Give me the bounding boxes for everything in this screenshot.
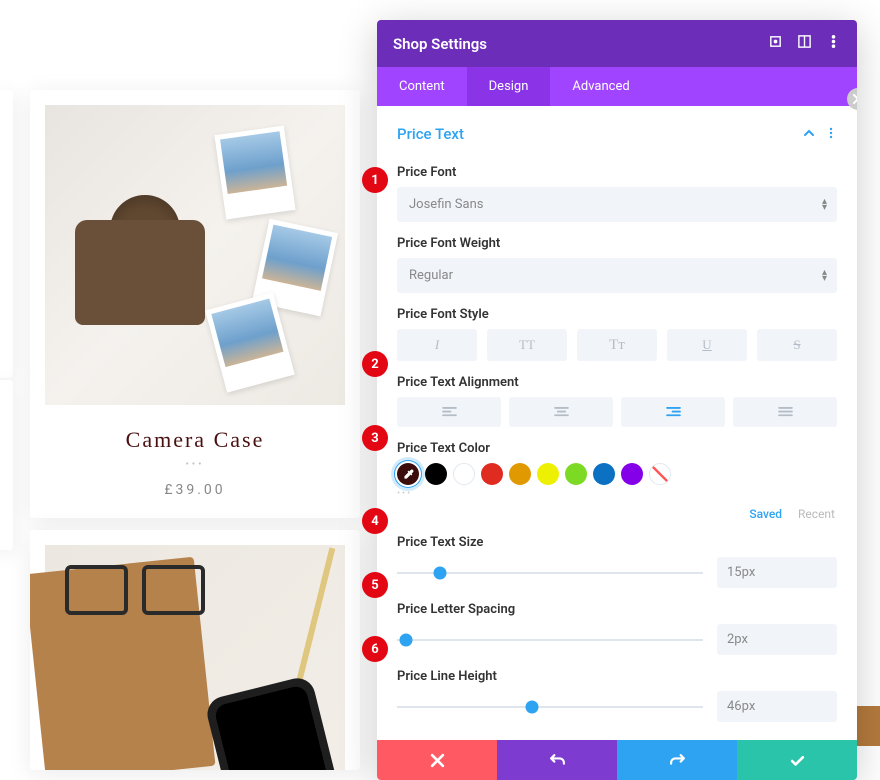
product-card[interactable]: Camera Case ••• £39.00 bbox=[30, 90, 360, 518]
redo-button[interactable] bbox=[617, 740, 737, 780]
section-title: Price Text bbox=[397, 125, 464, 143]
redo-icon bbox=[669, 752, 686, 769]
align-left-button[interactable] bbox=[397, 397, 501, 427]
price-line-height-slider[interactable] bbox=[397, 697, 703, 717]
style-italic-button[interactable]: I bbox=[397, 329, 477, 361]
undo-button[interactable] bbox=[497, 740, 617, 780]
align-justify-button[interactable] bbox=[733, 397, 837, 427]
annotation-marker-6: 6 bbox=[362, 636, 388, 662]
label-price-font-weight: Price Font Weight bbox=[397, 236, 837, 251]
palette-ellipsis-icon[interactable]: ••• bbox=[397, 489, 837, 499]
price-font-weight-value: Regular bbox=[409, 268, 453, 283]
label-price-line-height: Price Line Height bbox=[397, 669, 837, 684]
tab-content[interactable]: Content bbox=[377, 67, 467, 106]
section-more-icon[interactable] bbox=[825, 124, 837, 143]
label-price-font: Price Font bbox=[397, 165, 837, 180]
color-swatch-green[interactable] bbox=[565, 463, 587, 485]
tab-design[interactable]: Design bbox=[467, 67, 551, 106]
price-size-slider[interactable] bbox=[397, 563, 703, 583]
price-letter-spacing-input[interactable]: 2px bbox=[717, 624, 837, 655]
price-font-weight-select[interactable]: Regular ▴▾ bbox=[397, 258, 837, 293]
price-size-input[interactable]: 15px bbox=[717, 557, 837, 588]
color-swatch-yellow[interactable] bbox=[537, 463, 559, 485]
style-underline-button[interactable]: U bbox=[667, 329, 747, 361]
undo-icon bbox=[549, 752, 566, 769]
color-swatch-red[interactable] bbox=[481, 463, 503, 485]
price-letter-spacing-slider[interactable] bbox=[397, 630, 703, 650]
close-icon bbox=[853, 94, 857, 104]
chevron-up-icon[interactable] bbox=[803, 124, 815, 143]
color-swatch-white[interactable] bbox=[453, 463, 475, 485]
panel-tabs: Content Design Advanced bbox=[377, 67, 857, 106]
panel-header[interactable]: Shop Settings bbox=[377, 20, 857, 67]
color-swatch-black[interactable] bbox=[425, 463, 447, 485]
color-tab-recent[interactable]: Recent bbox=[798, 507, 835, 521]
align-center-button[interactable] bbox=[509, 397, 613, 427]
price-font-value: Josefin Sans bbox=[409, 197, 483, 212]
settings-panel: Shop Settings Content Design Advanced Pr… bbox=[377, 20, 857, 780]
style-smallcaps-button[interactable]: Tᴛ bbox=[577, 329, 657, 361]
select-chevron-icon: ▴▾ bbox=[822, 270, 827, 282]
product-image bbox=[45, 545, 345, 770]
color-swatch-purple[interactable] bbox=[621, 463, 643, 485]
style-strikethrough-button[interactable]: S bbox=[757, 329, 837, 361]
save-button[interactable] bbox=[737, 740, 857, 780]
check-icon bbox=[789, 752, 806, 769]
label-price-letter-spacing: Price Letter Spacing bbox=[397, 602, 837, 617]
product-ellipsis-icon: ••• bbox=[30, 459, 360, 470]
adjacent-card-fragment bbox=[0, 90, 13, 378]
section-header[interactable]: Price Text bbox=[397, 120, 837, 151]
annotation-marker-4: 4 bbox=[362, 508, 388, 534]
select-chevron-icon: ▴▾ bbox=[822, 199, 827, 211]
annotation-marker-5: 5 bbox=[362, 572, 388, 598]
eyedropper-icon bbox=[402, 468, 415, 481]
color-swatch-none[interactable] bbox=[649, 463, 671, 485]
annotation-marker-3: 3 bbox=[362, 425, 388, 451]
price-font-select[interactable]: Josefin Sans ▴▾ bbox=[397, 187, 837, 222]
label-price-size: Price Text Size bbox=[397, 535, 837, 550]
price-line-height-input[interactable]: 46px bbox=[717, 691, 837, 722]
color-tab-saved[interactable]: Saved bbox=[749, 507, 782, 521]
color-swatch-orange[interactable] bbox=[509, 463, 531, 485]
close-icon bbox=[429, 752, 446, 769]
more-icon[interactable] bbox=[826, 34, 841, 53]
expand-icon[interactable] bbox=[768, 34, 783, 53]
cancel-button[interactable] bbox=[377, 740, 497, 780]
product-price: £39.00 bbox=[30, 482, 360, 498]
tab-advanced[interactable]: Advanced bbox=[550, 67, 651, 106]
panel-footer bbox=[377, 740, 857, 780]
color-picker-button[interactable] bbox=[397, 463, 419, 485]
layout-icon[interactable] bbox=[797, 34, 812, 53]
label-price-color: Price Text Color bbox=[397, 441, 837, 456]
label-price-font-style: Price Font Style bbox=[397, 307, 837, 322]
panel-title: Shop Settings bbox=[393, 35, 487, 53]
annotation-marker-1: 1 bbox=[362, 167, 388, 193]
product-image bbox=[45, 105, 345, 405]
color-swatch-blue[interactable] bbox=[593, 463, 615, 485]
label-price-alignment: Price Text Alignment bbox=[397, 375, 837, 390]
annotation-marker-2: 2 bbox=[362, 351, 388, 377]
style-uppercase-button[interactable]: TT bbox=[487, 329, 567, 361]
product-card[interactable] bbox=[30, 530, 360, 770]
product-title[interactable]: Camera Case bbox=[30, 427, 360, 453]
align-right-button[interactable] bbox=[621, 397, 725, 427]
adjacent-card-fragment bbox=[0, 380, 13, 550]
